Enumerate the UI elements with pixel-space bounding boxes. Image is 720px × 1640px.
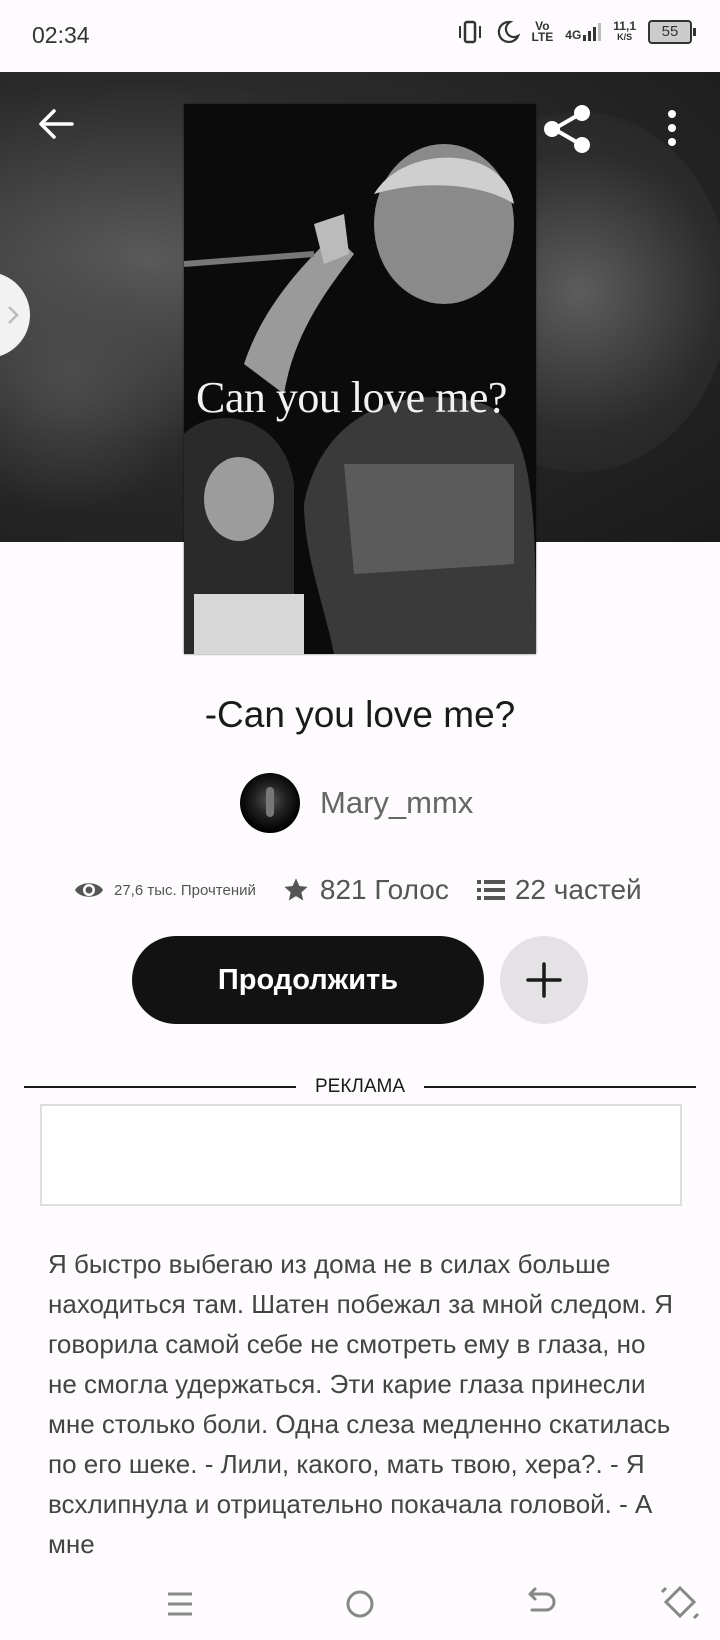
list-icon (476, 880, 505, 900)
cover-title-overlay: Can you love me? (196, 373, 507, 422)
story-excerpt: Я быстро выбегаю из дома не в силах боль… (48, 1249, 674, 1559)
add-to-library-button[interactable] (500, 936, 588, 1024)
back-nav-button[interactable] (516, 1582, 564, 1626)
status-bar: 02:34 Vo LTE 4G 11,1 K/S 55 (0, 0, 720, 72)
reads-count: 27,6 тыс. Прочтений (114, 881, 256, 899)
status-time: 02:34 (32, 22, 90, 48)
home-circle-icon (346, 1590, 374, 1618)
ad-banner[interactable] (40, 1104, 682, 1206)
menu-icon (168, 1592, 192, 1616)
header-blur (0, 222, 200, 522)
network-label: 4G (565, 28, 582, 42)
book-title: -Can you love me? (204, 694, 516, 735)
book-stats: 27,6 тыс. Прочтений 821 Голос 22 частей (74, 868, 642, 912)
system-navigation-bar (0, 1570, 720, 1640)
share-icon (544, 105, 590, 153)
back-arrow-icon (528, 1587, 556, 1612)
author-avatar (240, 773, 300, 833)
ad-separator: РЕКЛАМА (24, 1076, 696, 1100)
speed-value: 11,1 (613, 19, 636, 33)
net-speed: 11,1 K/S (613, 19, 636, 43)
speed-unit: K/S (617, 32, 633, 42)
votes-count: 821 Голос (319, 874, 449, 905)
chevron-right-icon (8, 306, 19, 324)
divider-right (424, 1086, 696, 1088)
more-vertical-icon (668, 110, 676, 146)
plus-icon (526, 962, 562, 998)
battery-level: 55 (661, 23, 679, 40)
home-nav-button[interactable] (336, 1582, 384, 1626)
book-cover[interactable]: Can you love me? (184, 104, 536, 654)
moon-icon (497, 20, 520, 43)
more-options-button[interactable] (654, 108, 690, 148)
eye-icon (75, 883, 103, 897)
arrow-left-icon (39, 109, 74, 139)
votes-stat: 821 Голос (282, 874, 449, 906)
volte-label: Vo LTE (531, 19, 554, 44)
star-icon (284, 878, 308, 901)
continue-reading-button[interactable]: Продолжить (132, 936, 484, 1024)
rotate-icon (660, 1585, 700, 1620)
rotate-nav-button[interactable] (656, 1582, 704, 1626)
status-icons: Vo LTE 4G 11,1 K/S 55 (456, 19, 696, 44)
reads-stat: 27,6 тыс. Прочтений (74, 879, 256, 901)
back-button[interactable] (36, 104, 76, 144)
battery-icon: 55 (648, 20, 696, 44)
signal-4g: 4G (565, 23, 602, 42)
signal-icon (583, 23, 602, 41)
author-name: Mary_mmx (320, 785, 474, 820)
vibrate-icon (458, 20, 481, 44)
parts-stat: 22 частей (476, 874, 642, 906)
menu-nav-button[interactable] (156, 1582, 204, 1626)
parts-count: 22 частей (514, 874, 642, 905)
author-link[interactable]: Mary_mmx (240, 772, 473, 834)
share-button[interactable] (542, 104, 592, 154)
